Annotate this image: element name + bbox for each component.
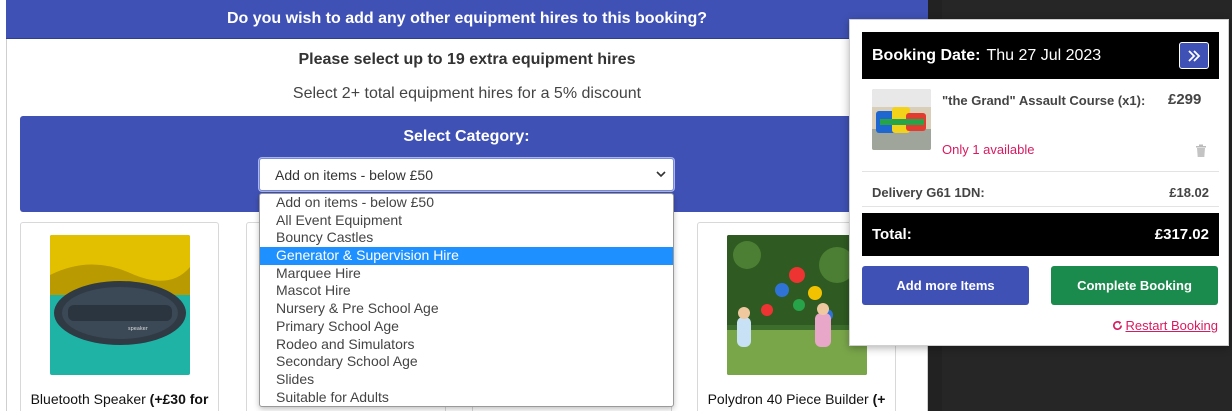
category-option[interactable]: Mascot Hire — [260, 282, 673, 300]
trash-icon[interactable] — [1195, 144, 1207, 158]
category-option[interactable]: Rodeo and Simulators — [260, 336, 673, 354]
divider — [862, 171, 1219, 172]
category-option[interactable]: Suitable for Adults — [260, 389, 673, 406]
category-option[interactable]: Secondary School Age — [260, 353, 673, 371]
svg-text:speaker: speaker — [128, 326, 149, 332]
restart-booking-label: Restart Booking — [1125, 318, 1219, 333]
product-image-bluetooth-speaker: speaker — [50, 235, 190, 375]
category-option[interactable]: All Event Equipment — [260, 212, 673, 230]
booking-item-name: "the Grand" Assault Course (x1): — [942, 93, 1146, 108]
product-image-polydron — [727, 235, 867, 375]
select-limit-text: Please select up to 19 extra equipment h… — [298, 51, 636, 68]
product-title-polydron: Polydron 40 Piece Builder (+ — [707, 391, 886, 407]
chevron-down-icon — [656, 171, 666, 178]
category-option[interactable]: Nursery & Pre School Age — [260, 300, 673, 318]
availability-text: Only 1 available — [942, 142, 1035, 157]
category-option[interactable]: Bouncy Castles — [260, 229, 673, 247]
category-option[interactable]: Primary School Age — [260, 318, 673, 336]
panel-title: Do you wish to add any other equipment h… — [6, 0, 928, 39]
total-bar: Total: £317.02 — [862, 213, 1219, 256]
expand-button[interactable] — [1179, 42, 1209, 69]
delivery-price: £18.02 — [1169, 185, 1209, 200]
category-select-value: Add on items - below £50 — [275, 166, 433, 183]
refresh-icon — [1112, 320, 1122, 330]
add-more-items-button[interactable]: Add more Items — [862, 266, 1029, 305]
product-card-bluetooth-speaker[interactable]: speaker Bluetooth Speaker (+£30 for — [20, 222, 219, 411]
restart-booking-link[interactable]: Restart Booking — [1112, 318, 1219, 333]
discount-text: Select 2+ total equipment hires for a 5%… — [292, 85, 642, 102]
total-label: Total: — [872, 226, 912, 243]
booking-date-header: Booking Date: Thu 27 Jul 2023 — [862, 32, 1219, 79]
booking-date-value: Thu 27 Jul 2023 — [986, 46, 1102, 64]
product-title-bluetooth-speaker: Bluetooth Speaker (+£30 for — [30, 391, 209, 407]
category-option[interactable]: Slides — [260, 371, 673, 389]
complete-booking-button[interactable]: Complete Booking — [1051, 266, 1218, 305]
booking-summary-panel: Booking Date: Thu 27 Jul 2023 "the Grand… — [849, 19, 1229, 346]
category-option[interactable]: Marquee Hire — [260, 265, 673, 283]
double-chevron-right-icon — [1188, 49, 1201, 62]
category-dropdown-list[interactable]: Add on items - below £50 All Event Equipm… — [259, 193, 674, 407]
assault-course-thumbnail — [872, 89, 931, 150]
total-value: £317.02 — [1154, 226, 1209, 243]
category-label: Select Category: — [403, 128, 530, 145]
delivery-label: Delivery G61 1DN: — [872, 185, 985, 200]
category-select[interactable]: Add on items - below £50 — [259, 158, 674, 191]
category-option[interactable]: Add on items - below £50 — [260, 194, 673, 212]
booking-date-label: Booking Date: — [872, 46, 981, 64]
category-option[interactable]: Generator & Supervision Hire — [260, 247, 673, 265]
divider — [862, 206, 1219, 207]
booking-item-price: £299 — [1168, 91, 1202, 108]
